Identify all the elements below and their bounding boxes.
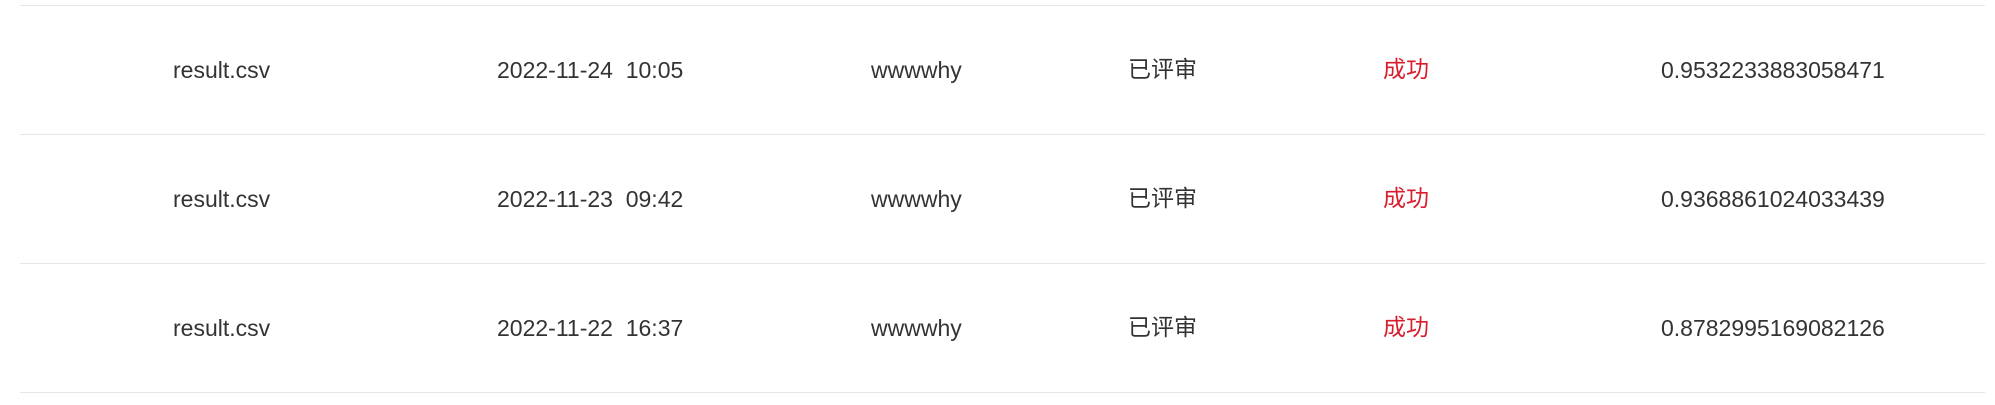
table-row: result.csv 2022-11-24 10:05 wwwwhy 已评审 成… [20,6,1985,135]
result-status-cell: 成功 [1383,315,1429,341]
submitter-cell: wwwwhy [871,57,962,83]
submitter-cell: wwwwhy [871,186,962,212]
file-name-cell: result.csv [173,57,271,83]
review-status-cell: 已评审 [1128,186,1197,212]
review-status-cell: 已评审 [1128,57,1197,83]
table-row: result.csv 2022-11-22 16:37 wwwwhy 已评审 成… [20,264,1985,393]
file-name-cell: result.csv [173,186,271,212]
submitter-cell: wwwwhy [871,315,962,341]
submit-time-cell: 2022-11-23 09:42 [497,186,684,212]
score-cell: 0.8782995169082126 [1661,315,1885,341]
score-cell: 0.9368861024033439 [1661,186,1885,212]
score-cell: 0.9532233883058471 [1661,57,1885,83]
file-name-cell: result.csv [173,315,271,341]
result-status-cell: 成功 [1383,57,1429,83]
review-status-cell: 已评审 [1128,315,1197,341]
result-status-cell: 成功 [1383,186,1429,212]
submit-time-cell: 2022-11-24 10:05 [497,57,684,83]
submission-table: result.csv 2022-11-24 10:05 wwwwhy 已评审 成… [20,5,1985,393]
table-row: result.csv 2022-11-23 09:42 wwwwhy 已评审 成… [20,135,1985,264]
submit-time-cell: 2022-11-22 16:37 [497,315,684,341]
